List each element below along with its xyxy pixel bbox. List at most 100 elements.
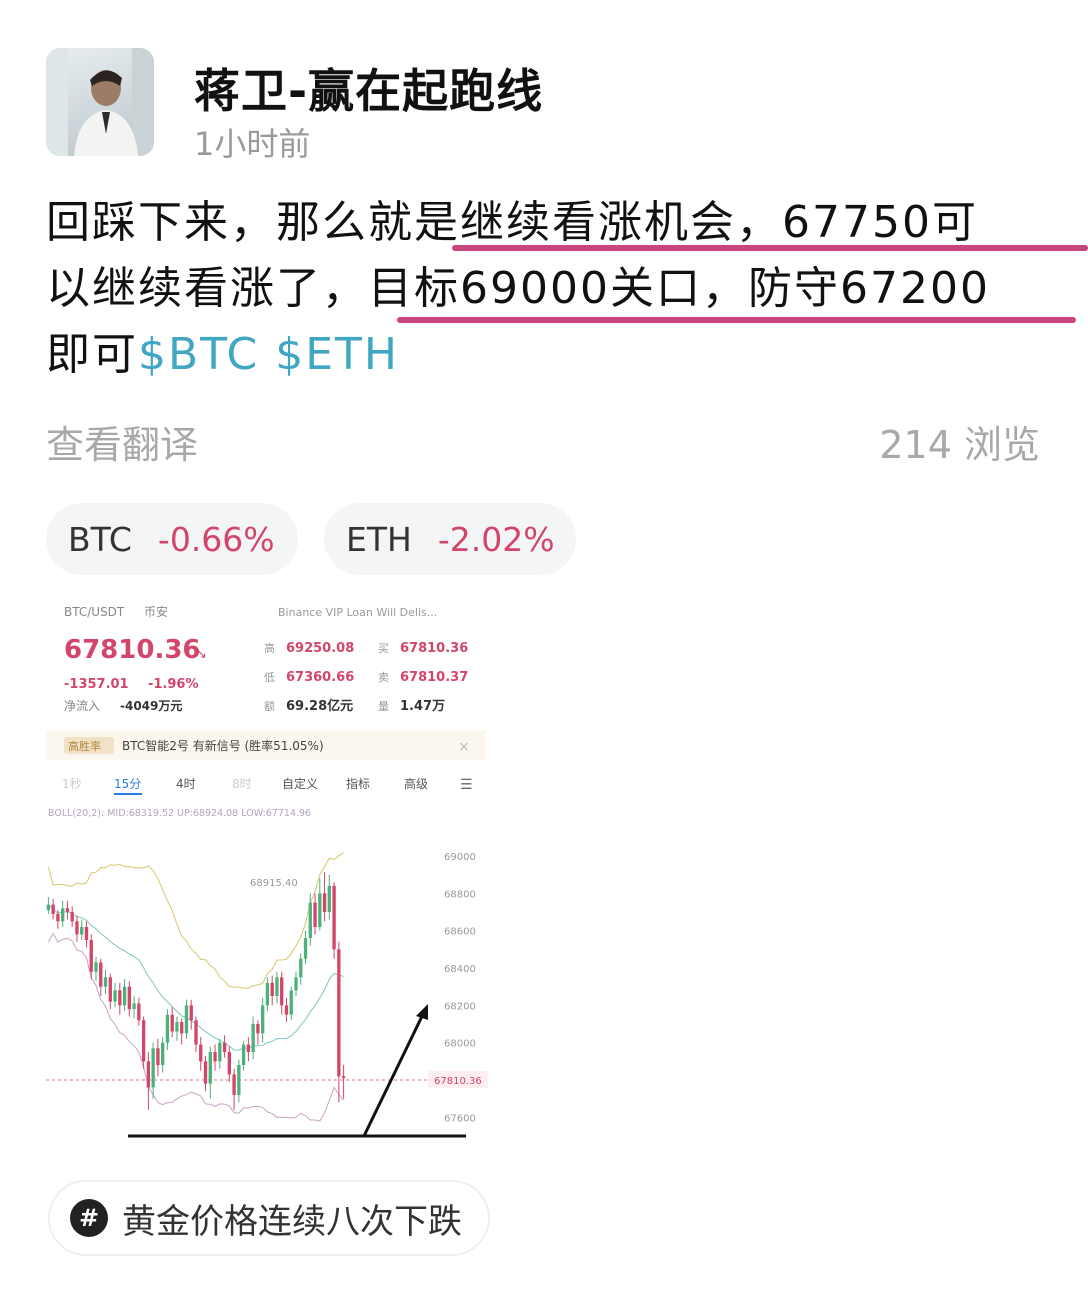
stat-label: 额 — [264, 700, 275, 713]
interval-tab[interactable]: 高级 — [404, 776, 428, 791]
candle-body — [146, 1061, 151, 1088]
ticker-symbol: BTC — [68, 519, 132, 559]
stat-label: 买 — [378, 642, 389, 655]
candle-body — [332, 885, 336, 950]
candle-body — [141, 1020, 146, 1062]
interval-tab[interactable]: 4时 — [176, 777, 196, 791]
ticker-change: -2.02% — [437, 519, 555, 559]
candle-body — [156, 1048, 160, 1066]
y-tick-label: 68400 — [444, 964, 476, 975]
candle-body — [118, 990, 122, 1006]
y-tick-label: 68800 — [444, 889, 476, 900]
candle-body — [89, 940, 93, 972]
candle-body — [208, 1052, 212, 1084]
candle-body — [318, 893, 322, 927]
candle-body — [103, 977, 108, 987]
candle-body — [284, 1005, 289, 1015]
stat-label: 量 — [378, 700, 389, 713]
author-name[interactable]: 蒋卫-赢在起跑线 — [194, 55, 543, 121]
y-tick-label: 68200 — [444, 1001, 476, 1012]
candle-body — [151, 1048, 155, 1088]
ticker-pill-eth[interactable]: ETH -2.02% — [324, 503, 576, 575]
candle-body — [51, 904, 55, 914]
candle-body — [189, 1005, 193, 1021]
topic-chip[interactable]: # 黄金价格连续八次下跌 — [48, 1180, 490, 1256]
settings-icon[interactable]: ☰ — [460, 777, 473, 793]
high-price-label: 68915.40 — [250, 878, 298, 889]
close-icon[interactable]: × — [458, 739, 470, 755]
notice-text: Binance VIP Loan Will Delis... — [278, 606, 437, 619]
candle-body — [261, 1005, 265, 1034]
candle-body — [241, 1044, 246, 1066]
candle-body — [270, 982, 274, 996]
candle-body — [227, 1052, 231, 1075]
tag-eth[interactable]: $ETH — [275, 329, 399, 380]
stat-label: 高 — [264, 641, 275, 655]
candle-body — [56, 913, 60, 922]
candle-body — [341, 1076, 346, 1079]
candle-body — [184, 1005, 189, 1034]
candle-body — [303, 938, 308, 959]
arrow-head-icon — [416, 1004, 428, 1020]
candle-body — [99, 962, 103, 987]
y-tick-label: 67600 — [444, 1113, 476, 1124]
candle-body — [327, 885, 331, 912]
interval-tab[interactable]: 8时 — [232, 777, 252, 791]
candle-body — [322, 893, 327, 912]
candle-body — [122, 986, 127, 1006]
post-time: 1小时前 — [194, 125, 311, 163]
signal-badge: 高胜率 — [68, 739, 101, 753]
candle-body — [294, 977, 298, 991]
trend-arrow — [362, 1007, 428, 1137]
candle-body — [265, 982, 270, 1006]
candles — [46, 871, 346, 1110]
candle-body — [170, 1014, 174, 1032]
stat-value: 67360.66 — [286, 670, 354, 685]
interval-tab[interactable]: 1秒 — [62, 777, 82, 791]
candle-body — [246, 1044, 251, 1052]
stat-value: 69.28亿元 — [286, 698, 353, 714]
stat-label: 卖 — [378, 671, 389, 684]
ticker-pill-btc[interactable]: BTC -0.66% — [46, 503, 298, 575]
chart-screenshot[interactable]: BTC/USDT 币安 Binance VIP Loan Will Delis.… — [46, 596, 496, 1141]
pair-label: BTC/USDT — [64, 605, 125, 619]
tag-btc[interactable]: $BTC — [138, 329, 259, 380]
interval-tab-active[interactable]: 15分 — [114, 777, 141, 791]
netflow-value: -4049万元 — [120, 699, 182, 713]
candle-body — [213, 1052, 217, 1062]
candle-body — [299, 958, 303, 978]
candle-body — [218, 1042, 222, 1062]
candle-body — [237, 1065, 241, 1095]
stat-value: 67810.37 — [400, 670, 468, 685]
y-tick-label: 69000 — [444, 852, 476, 863]
candle-body — [80, 926, 84, 935]
candle-body — [61, 908, 65, 922]
signal-text: BTC智能2号 有新信号 (胜率51.05%) — [122, 738, 324, 753]
interval-tab[interactable]: 指标 — [346, 776, 370, 791]
post-line-3-text: 即可 — [46, 329, 138, 380]
active-tab-indicator — [114, 793, 142, 795]
candle-body — [84, 926, 89, 940]
stat-value: 1.47万 — [400, 699, 445, 714]
bollinger-bands — [47, 852, 345, 1122]
candle-body — [308, 902, 312, 939]
candle-body — [222, 1042, 227, 1052]
candle-body — [70, 912, 74, 922]
candle-body — [232, 1074, 236, 1095]
candle-body — [251, 1024, 255, 1052]
y-tick-label: 68600 — [444, 927, 476, 938]
interval-tab[interactable]: 自定义 — [282, 776, 318, 791]
candle-body — [132, 1003, 136, 1010]
candle-body — [199, 1044, 203, 1062]
author-avatar[interactable] — [46, 48, 154, 156]
candle-body — [337, 949, 341, 1077]
candle-body — [113, 990, 117, 1002]
change-abs: -1357.01 — [64, 677, 129, 692]
translate-link[interactable]: 查看翻译 — [46, 414, 198, 469]
candle-body — [280, 977, 284, 1006]
candle-body — [275, 977, 279, 996]
ticker-symbol: ETH — [346, 519, 412, 559]
candle-body — [65, 908, 70, 912]
last-price-axis-label: 67810.36 — [434, 1076, 482, 1087]
hash-icon: # — [70, 1199, 108, 1237]
